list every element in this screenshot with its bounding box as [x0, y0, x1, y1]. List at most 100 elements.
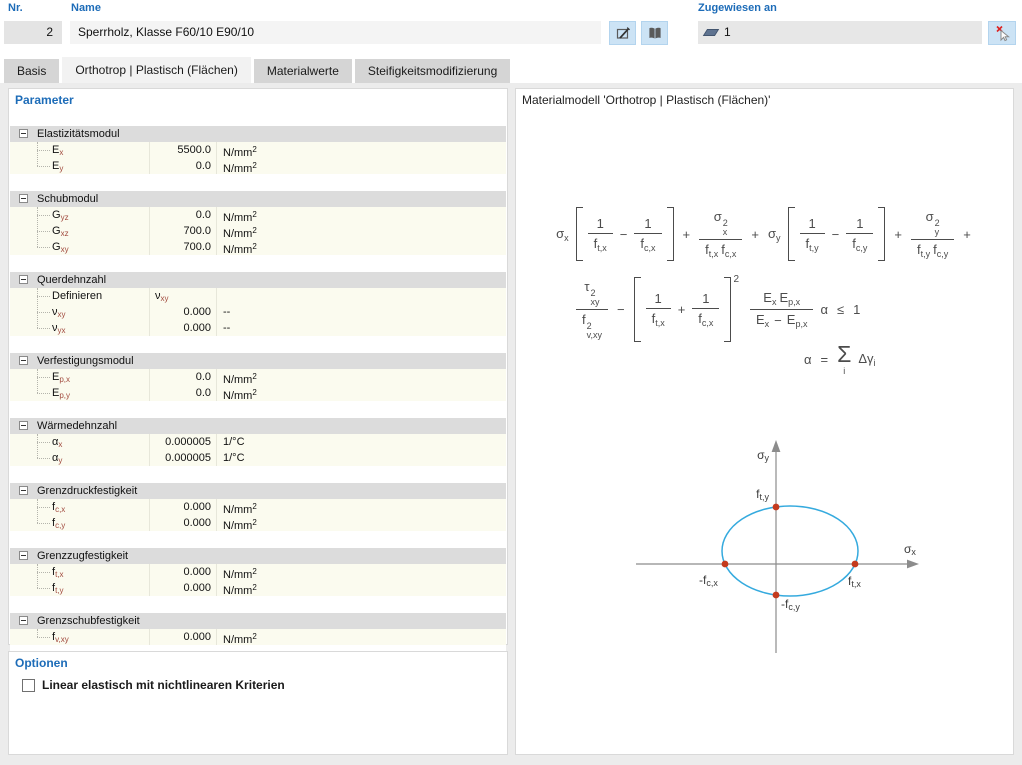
operator: ≤: [836, 302, 845, 317]
parameter-value[interactable]: 0.000: [149, 515, 217, 531]
collapse-minus-icon[interactable]: [19, 275, 28, 284]
parameter-group: Verfestigungsmodul Ep,x 0.0 N/mm2 Ep,y 0.0 N/m…: [10, 353, 506, 418]
group-header[interactable]: Wärmedehnzahl: [10, 418, 506, 434]
parameter-value[interactable]: 0.000005: [149, 434, 217, 450]
parameter-value[interactable]: 700.0: [149, 239, 217, 255]
group-header[interactable]: Grenzzugfestigkeit: [10, 548, 506, 564]
group-label: Elastizitätsmodul: [37, 128, 120, 140]
left-bracket: [633, 277, 641, 342]
fraction: τ 2 xy f 2 v,xy: [576, 277, 608, 342]
operator: +: [894, 226, 902, 242]
numerator: 1: [587, 214, 613, 234]
tree-line: [37, 442, 50, 443]
parameter-row: Ep,x 0.0 N/mm2: [10, 369, 506, 386]
parameter-value[interactable]: 0.000: [149, 304, 217, 320]
tree-line: [37, 377, 50, 378]
material-library-button[interactable]: [641, 21, 668, 45]
symbol: f 2 v,xy: [582, 312, 602, 340]
parameter-value[interactable]: 5500.0: [149, 142, 217, 158]
parameter-symbol: Gyz: [10, 207, 149, 223]
denominator: Ex − Ep,x: [750, 310, 813, 331]
tree-line: [37, 434, 38, 458]
tree-line: [37, 142, 38, 166]
group-header[interactable]: Querdehnzahl: [10, 272, 506, 288]
collapse-minus-icon[interactable]: [19, 356, 28, 365]
material-name-field[interactable]: Sperrholz, Klasse F60/10 E90/10: [70, 21, 601, 44]
tab-basis[interactable]: Basis: [4, 59, 60, 83]
collapse-minus-icon[interactable]: [19, 194, 28, 203]
alpha-sum-formula-line3: α = Σi Δγi: [804, 343, 876, 376]
symbol: τ 2 xy: [584, 279, 600, 307]
collapse-minus-icon[interactable]: [19, 421, 28, 430]
material-dialog: { "header": { "nr_label": "Nr.", "nr_val…: [0, 0, 1022, 765]
sigma-glyph: Σ: [837, 341, 852, 367]
parameter-symbol: fc,x: [10, 499, 149, 515]
symbol: fc,x: [640, 235, 656, 253]
parameter-value[interactable]: 0.000: [149, 320, 217, 336]
parameter-value[interactable]: 0.000: [149, 580, 217, 596]
parameter-row: νyx 0.000 --: [10, 320, 506, 336]
parameter-group: Querdehnzahl Definieren νxy νxy 0.000 -- νyx 0.…: [10, 272, 506, 353]
parameter-value[interactable]: 0.0: [149, 158, 217, 174]
tab-steifigkeitsmodifizierung[interactable]: Steifigkeitsmodifizierung: [354, 59, 511, 83]
spacer-row: [10, 401, 506, 418]
symbol: νyx: [52, 322, 66, 335]
parameter-symbol: νxy: [10, 304, 149, 320]
parameter-value[interactable]: 0.000: [149, 499, 217, 515]
rename-button[interactable]: [609, 21, 636, 45]
collapse-minus-icon[interactable]: [19, 551, 28, 560]
parameter-value[interactable]: 0.000: [149, 629, 217, 645]
assigned-to-field[interactable]: 1: [698, 21, 982, 44]
parameter-value[interactable]: 0.0: [149, 385, 217, 401]
numerator: σ2x: [699, 207, 743, 240]
denominator: ft,x: [588, 234, 613, 255]
spacer-row: [10, 336, 506, 353]
pick-objects-button[interactable]: [988, 21, 1016, 45]
parameter-value[interactable]: 0.000: [149, 564, 217, 580]
symbol: ft,x: [651, 311, 665, 328]
parameter-value[interactable]: νxy: [149, 288, 217, 304]
group-header[interactable]: Elastizitätsmodul: [10, 126, 506, 142]
tree-line: [37, 207, 38, 247]
tab-bar: Basis Orthotrop | Plastisch (Flächen) Ma…: [4, 55, 511, 83]
denominator: ft,x fc,x: [699, 240, 742, 261]
tab-orthotrop-plastisch[interactable]: Orthotrop | Plastisch (Flächen): [62, 57, 251, 83]
group-header[interactable]: Verfestigungsmodul: [10, 353, 506, 369]
group-header[interactable]: Schubmodul: [10, 191, 506, 207]
point-fcy: [772, 591, 780, 599]
numerator: τ 2 xy: [576, 277, 608, 310]
fraction: 1 ft,x: [587, 214, 613, 255]
nr-field[interactable]: 2: [4, 21, 62, 44]
group-header[interactable]: Grenzdruckfestigkeit: [10, 483, 506, 499]
parameter-value[interactable]: 700.0: [149, 223, 217, 239]
collapse-minus-icon[interactable]: [19, 486, 28, 495]
ftx-label: ft,x: [848, 574, 861, 589]
right-bracket: [878, 207, 886, 261]
operator: +: [677, 302, 686, 317]
parameter-value[interactable]: 0.0: [149, 207, 217, 223]
fraction: 1 ft,x: [645, 289, 671, 330]
fraction: Ex Ep,x Ex − Ep,x: [750, 288, 814, 331]
parameter-table: Elastizitätsmodul Ex 5500.0 N/mm2 Ey 0.0 N/mm2…: [10, 126, 506, 662]
parameter-value[interactable]: 0.000005: [149, 450, 217, 466]
collapse-minus-icon[interactable]: [19, 129, 28, 138]
parameter-row: Ex 5500.0 N/mm2: [10, 142, 506, 159]
group-header[interactable]: Grenzschubfestigkeit: [10, 613, 506, 629]
sigma-x-label: σx: [904, 542, 916, 557]
parameter-value[interactable]: 0.0: [149, 369, 217, 385]
tree-line: [37, 296, 50, 297]
symbol: ft,y: [52, 582, 64, 595]
collapse-minus-icon[interactable]: [19, 616, 28, 625]
tree-line: [37, 523, 50, 524]
formula-number: 1: [644, 215, 652, 231]
symbol: σ2y: [925, 209, 940, 237]
symbol: σy: [768, 225, 781, 243]
yield-criterion-formula-line1: σx 1 ft,x −1 fc,x + σ 2 x ft,x fc,x + σy 1 ft,y −1 fc,y +…: [516, 207, 1013, 261]
numerator: 1: [846, 214, 874, 234]
sum-symbol: Σi: [837, 343, 851, 376]
tab-materialwerte[interactable]: Materialwerte: [253, 59, 352, 83]
parameter-group: Elastizitätsmodul Ex 5500.0 N/mm2 Ey 0.0 N/mm2: [10, 126, 506, 191]
linear-elastic-checkbox[interactable]: [22, 679, 35, 692]
parameter-group: Wärmedehnzahl αx 0.000005 1/°C αy 0.000005 1/°…: [10, 418, 506, 483]
parameter-group: Grenzdruckfestigkeit fc,x 0.000 N/mm2 fc,y 0.…: [10, 483, 506, 548]
